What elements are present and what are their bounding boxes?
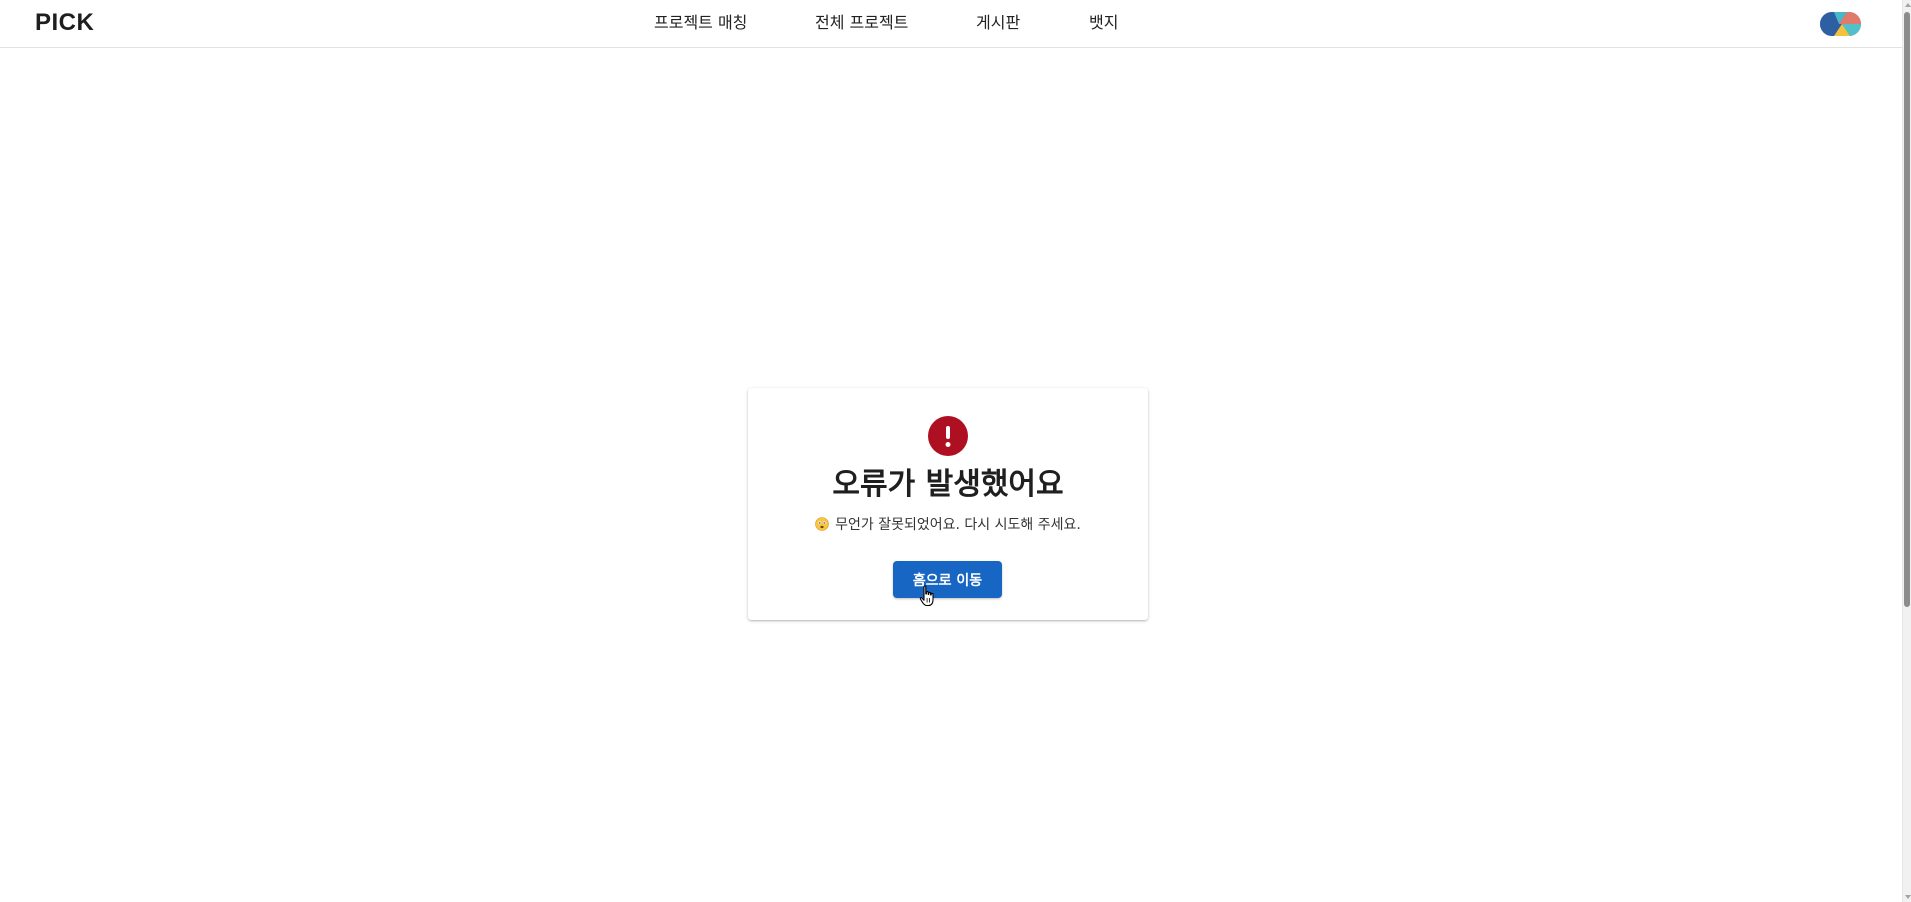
user-avatar-icon[interactable] [1820, 12, 1861, 36]
avatar-image [1820, 12, 1861, 36]
nav-item-board[interactable]: 게시판 [976, 12, 1020, 34]
page: PICK 프로젝트 매칭 전체 프로젝트 게시판 뱃지 오류가 발생했어요 무언… [0, 0, 1911, 902]
page-scrollbar[interactable] [1902, 0, 1911, 902]
go-home-button[interactable]: 홈으로 이동 [893, 561, 1002, 598]
site-logo[interactable]: PICK [35, 9, 94, 37]
exclamation-circle-icon [928, 416, 968, 456]
error-title: 오류가 발생했어요 [832, 467, 1064, 502]
nav-item-all-projects[interactable]: 전체 프로젝트 [815, 12, 908, 34]
scroll-up-arrow-icon[interactable] [1905, 3, 1911, 7]
worried-face-emoji-icon [815, 517, 829, 531]
scrollbar-thumb[interactable] [1904, 12, 1910, 607]
error-card: 오류가 발생했어요 무언가 잘못되었어요. 다시 시도해 주세요. 홈으로 이동 [748, 388, 1148, 620]
error-message-line: 무언가 잘못되었어요. 다시 시도해 주세요. [748, 515, 1148, 535]
top-navigation-bar: PICK 프로젝트 매칭 전체 프로젝트 게시판 뱃지 [0, 0, 1902, 48]
error-message: 무언가 잘못되었어요. 다시 시도해 주세요. [835, 517, 1081, 533]
nav-item-badge[interactable]: 뱃지 [1089, 12, 1118, 34]
scroll-down-arrow-icon[interactable] [1905, 895, 1911, 899]
nav-item-project-matching[interactable]: 프로젝트 매칭 [654, 12, 747, 34]
